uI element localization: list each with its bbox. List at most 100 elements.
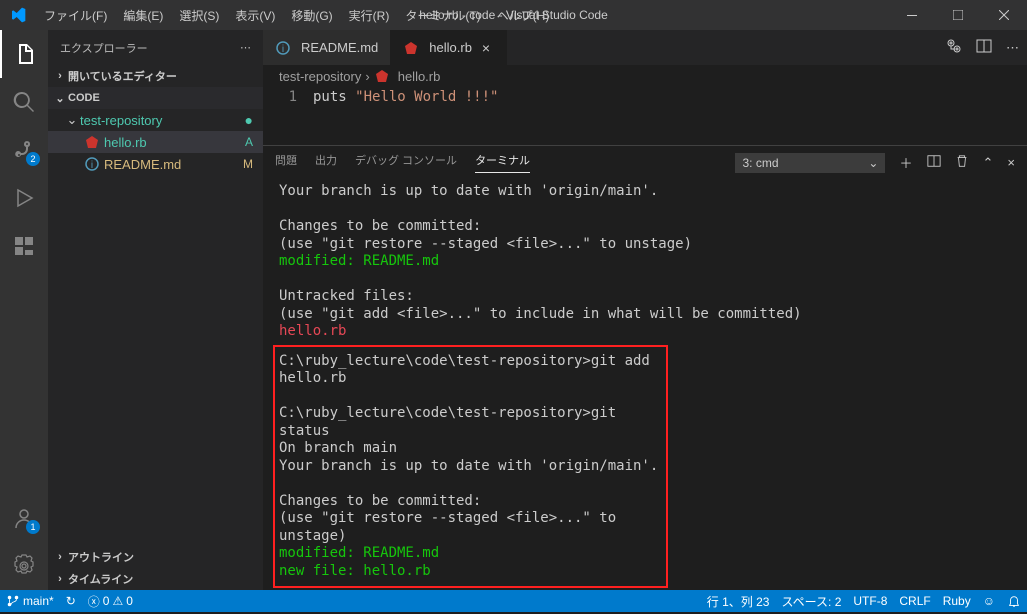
tab-label: README.md [301,40,378,55]
sidebar: エクスプローラー ⋯ ›開いているエディター ⌄CODE ⌄test-repos… [48,30,263,590]
tab-hello[interactable]: hello.rb × [391,30,507,65]
info-file-icon: i [84,156,100,172]
timeline-label: タイムライン [68,571,133,587]
editor-content[interactable]: 1 puts "Hello World !!!" [263,87,1027,145]
status-spaces[interactable]: スペース: 2 [775,590,847,612]
git-dot-icon: ● [245,112,253,128]
menu-view[interactable]: 表示(V) [227,0,283,30]
ruby-file-icon [403,40,419,56]
titlebar: ファイル(F) 編集(E) 選択(S) 表示(V) 移動(G) 実行(R) ター… [0,0,1027,30]
error-icon: ⓧ [88,593,100,610]
chevron-down-icon: ⌄ [52,92,68,105]
tab-readme[interactable]: i README.md [263,30,391,65]
tree-file-readme[interactable]: iREADME.md M [48,153,263,175]
maximize-button[interactable] [935,0,981,30]
section-outline[interactable]: ›アウトライン [48,546,263,568]
status-problems[interactable]: ⓧ0⚠0 [82,590,139,612]
status-feedback-icon[interactable]: ☺ [977,590,1001,612]
code-string: "Hello World !!!" [355,89,498,105]
trash-icon[interactable] [955,154,969,171]
section-folder[interactable]: ⌄CODE [48,87,263,109]
close-button[interactable] [981,0,1027,30]
chevron-down-icon: ⌄ [64,112,80,128]
activity-settings[interactable] [0,542,48,590]
term-line: C:\ruby_lecture\code\test-repository>git… [279,353,662,388]
compare-icon[interactable] [946,38,962,57]
split-editor-icon[interactable] [976,38,992,57]
status-eol[interactable]: CRLF [893,590,936,612]
git-status-added: A [245,135,253,149]
window-title: hello.rb - code - Visual Studio Code [419,8,608,22]
main-area: 2 1 エクスプローラー ⋯ ›開いているエディター ⌄CODE ⌄test-r… [0,30,1027,590]
sidebar-more-icon[interactable]: ⋯ [240,41,251,54]
svg-text:i: i [91,160,93,171]
activity-search[interactable] [0,78,48,126]
more-icon[interactable]: ⋯ [1006,40,1019,56]
tabs-bar: i README.md hello.rb × ⋯ [263,30,1027,65]
section-timeline[interactable]: ›タイムライン [48,568,263,590]
panel-tab-problems[interactable]: 問題 [275,152,297,173]
term-line: modified: README.md [279,253,1011,271]
statusbar: main* ↻ ⓧ0⚠0 行 1、列 23 スペース: 2 UTF-8 CRLF… [0,590,1027,612]
term-line: modified: README.md [279,545,662,563]
activity-explorer[interactable] [0,30,48,78]
chevron-right-icon: › [52,573,68,585]
panel-tab-terminal[interactable]: ターミナル [475,152,530,173]
menu-run[interactable]: 実行(R) [341,0,398,30]
section-open-editors[interactable]: ›開いているエディター [48,65,263,87]
chevron-right-icon: › [52,70,68,82]
chevron-down-icon: ⌄ [868,156,878,170]
terminal-selector[interactable]: 3: cmd⌄ [735,153,885,173]
bottom-panel: 問題 出力 デバッグ コンソール ターミナル 3: cmd⌄ ＋ ⌃ × You… [263,145,1027,590]
term-line: Changes to be committed: [279,493,662,511]
terminal-output[interactable]: Your branch is up to date with 'origin/m… [263,179,1027,590]
activity-bar: 2 1 [0,30,48,590]
warning-icon: ⚠ [112,594,123,608]
activity-scm[interactable]: 2 [0,126,48,174]
activity-account[interactable]: 1 [0,494,48,542]
minimize-button[interactable] [889,0,935,30]
menu-selection[interactable]: 選択(S) [171,0,227,30]
term-line: On branch main [279,440,662,458]
tree-file-hello[interactable]: hello.rb A [48,131,263,153]
breadcrumb-file[interactable]: hello.rb [398,69,441,84]
breadcrumb-repo[interactable]: test-repository [279,69,361,84]
activity-debug[interactable] [0,174,48,222]
svg-text:i: i [282,44,284,55]
status-lncol[interactable]: 行 1、列 23 [701,590,776,612]
menu-edit[interactable]: 編集(E) [115,0,171,30]
close-icon[interactable]: × [478,40,494,56]
branch-label: main* [23,594,54,608]
panel-tab-debug[interactable]: デバッグ コンソール [355,152,457,173]
status-encoding[interactable]: UTF-8 [847,590,893,612]
status-bell-icon[interactable] [1001,590,1027,612]
status-lang[interactable]: Ruby [937,590,977,612]
outline-label: アウトライン [68,549,134,565]
new-terminal-icon[interactable]: ＋ [899,153,912,172]
code-line[interactable]: puts "Hello World !!!" [313,89,498,145]
panel-tab-output[interactable]: 出力 [315,152,337,173]
file-name: hello.rb [104,135,147,150]
tab-label: hello.rb [429,40,472,55]
file-name: README.md [104,157,181,172]
term-line: new file: hello.rb [279,563,662,581]
breadcrumbs[interactable]: test-repository › hello.rb [263,65,1027,87]
split-terminal-icon[interactable] [927,154,941,171]
scm-badge: 2 [26,152,40,166]
highlight-box: C:\ruby_lecture\code\test-repository>git… [273,345,668,589]
window-controls [889,0,1027,30]
term-line: Changes to be committed: [279,218,1011,236]
status-branch[interactable]: main* [0,590,60,612]
menu-file[interactable]: ファイル(F) [36,0,115,30]
chevron-right-icon: › [52,551,68,563]
term-line: (use "git add <file>..." to include in w… [279,306,1011,324]
menu-go[interactable]: 移動(G) [283,0,340,30]
status-sync[interactable]: ↻ [60,590,82,612]
error-count: 0 [103,594,110,608]
tree-folder[interactable]: ⌄test-repository ● [48,109,263,131]
chevron-up-icon[interactable]: ⌃ [983,155,994,171]
editor-area: i README.md hello.rb × ⋯ test-repository… [263,30,1027,590]
activity-extensions[interactable] [0,222,48,270]
chevron-right-icon: › [365,69,369,84]
close-panel-icon[interactable]: × [1007,155,1015,170]
